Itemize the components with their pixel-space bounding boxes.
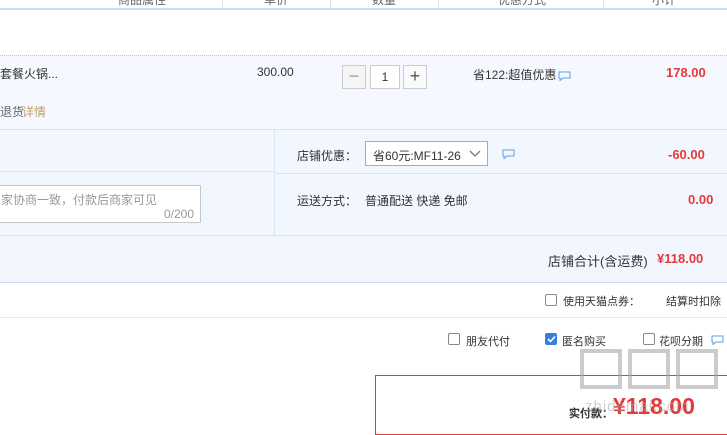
quantity-increase-button[interactable]: + — [403, 65, 427, 89]
huabei-checkbox[interactable] — [643, 333, 655, 345]
header-divider — [222, 0, 223, 8]
watermark-site: zhidemai.com — [585, 398, 690, 415]
anonymous-checkbox[interactable] — [545, 333, 557, 345]
coupon-amount: -60.00 — [668, 147, 705, 162]
coupon-selected: 省60元:MF11-26 — [373, 149, 461, 163]
discount-text: 省122:超值优惠 — [473, 68, 557, 82]
section-divider — [0, 171, 274, 172]
section-divider — [274, 129, 275, 235]
return-policy: 退货 — [0, 105, 25, 119]
section-divider — [274, 173, 727, 174]
coupon-select[interactable]: 省60元:MF11-26 — [365, 141, 488, 166]
col-attribute: 商品属性 — [118, 0, 167, 7]
col-discount: 优惠方式 — [498, 0, 547, 7]
detail-link[interactable]: 详情 — [22, 103, 46, 120]
shop-total-label: 店铺合计(含运费) — [548, 254, 648, 269]
divider — [0, 317, 727, 318]
item-title[interactable]: 套餐火锅... — [0, 65, 58, 82]
watermark-logo-icon — [580, 349, 718, 389]
col-quantity: 数量 — [372, 0, 397, 7]
quantity-decrease-button[interactable]: − — [342, 65, 366, 89]
chat-icon[interactable] — [558, 71, 571, 81]
shipping-value: 普通配送 快递 免邮 — [365, 194, 468, 208]
header-divider — [603, 0, 604, 8]
tmall-points-label: 使用天猫点券： — [563, 296, 640, 308]
chevron-down-icon — [469, 150, 481, 157]
header-divider — [438, 0, 439, 8]
column-header: 商品属性 单价 数量 优惠方式 小计 — [0, 0, 727, 10]
friend-pay-checkbox[interactable] — [448, 333, 460, 345]
shop-total-amount: ¥118.00 — [657, 251, 704, 266]
checkmark-icon — [547, 335, 556, 343]
item-subtotal: 178.00 — [666, 65, 706, 80]
coupon-label: 店铺优惠： — [297, 149, 358, 163]
unit-price: 300.00 — [257, 65, 294, 79]
friend-pay-label: 朋友代付 — [466, 336, 510, 348]
tmall-points-note: 结算时扣除 — [666, 296, 721, 308]
chat-icon[interactable] — [502, 149, 515, 159]
quantity-input[interactable]: 1 — [370, 65, 400, 89]
shipping-amount: 0.00 — [688, 192, 714, 207]
col-subtotal: 小计 — [652, 0, 677, 7]
message-placeholder: 家协商一致，付款后商家可见 — [1, 193, 158, 207]
buyer-message-input[interactable]: 家协商一致，付款后商家可见 0/200 — [0, 185, 201, 223]
shipping-label: 运送方式： — [297, 194, 358, 208]
col-unit-price: 单价 — [264, 0, 289, 7]
chat-icon[interactable] — [711, 335, 724, 345]
tmall-points-checkbox[interactable] — [545, 294, 557, 306]
header-divider — [330, 0, 331, 8]
message-char-count: 0/200 — [163, 207, 194, 221]
